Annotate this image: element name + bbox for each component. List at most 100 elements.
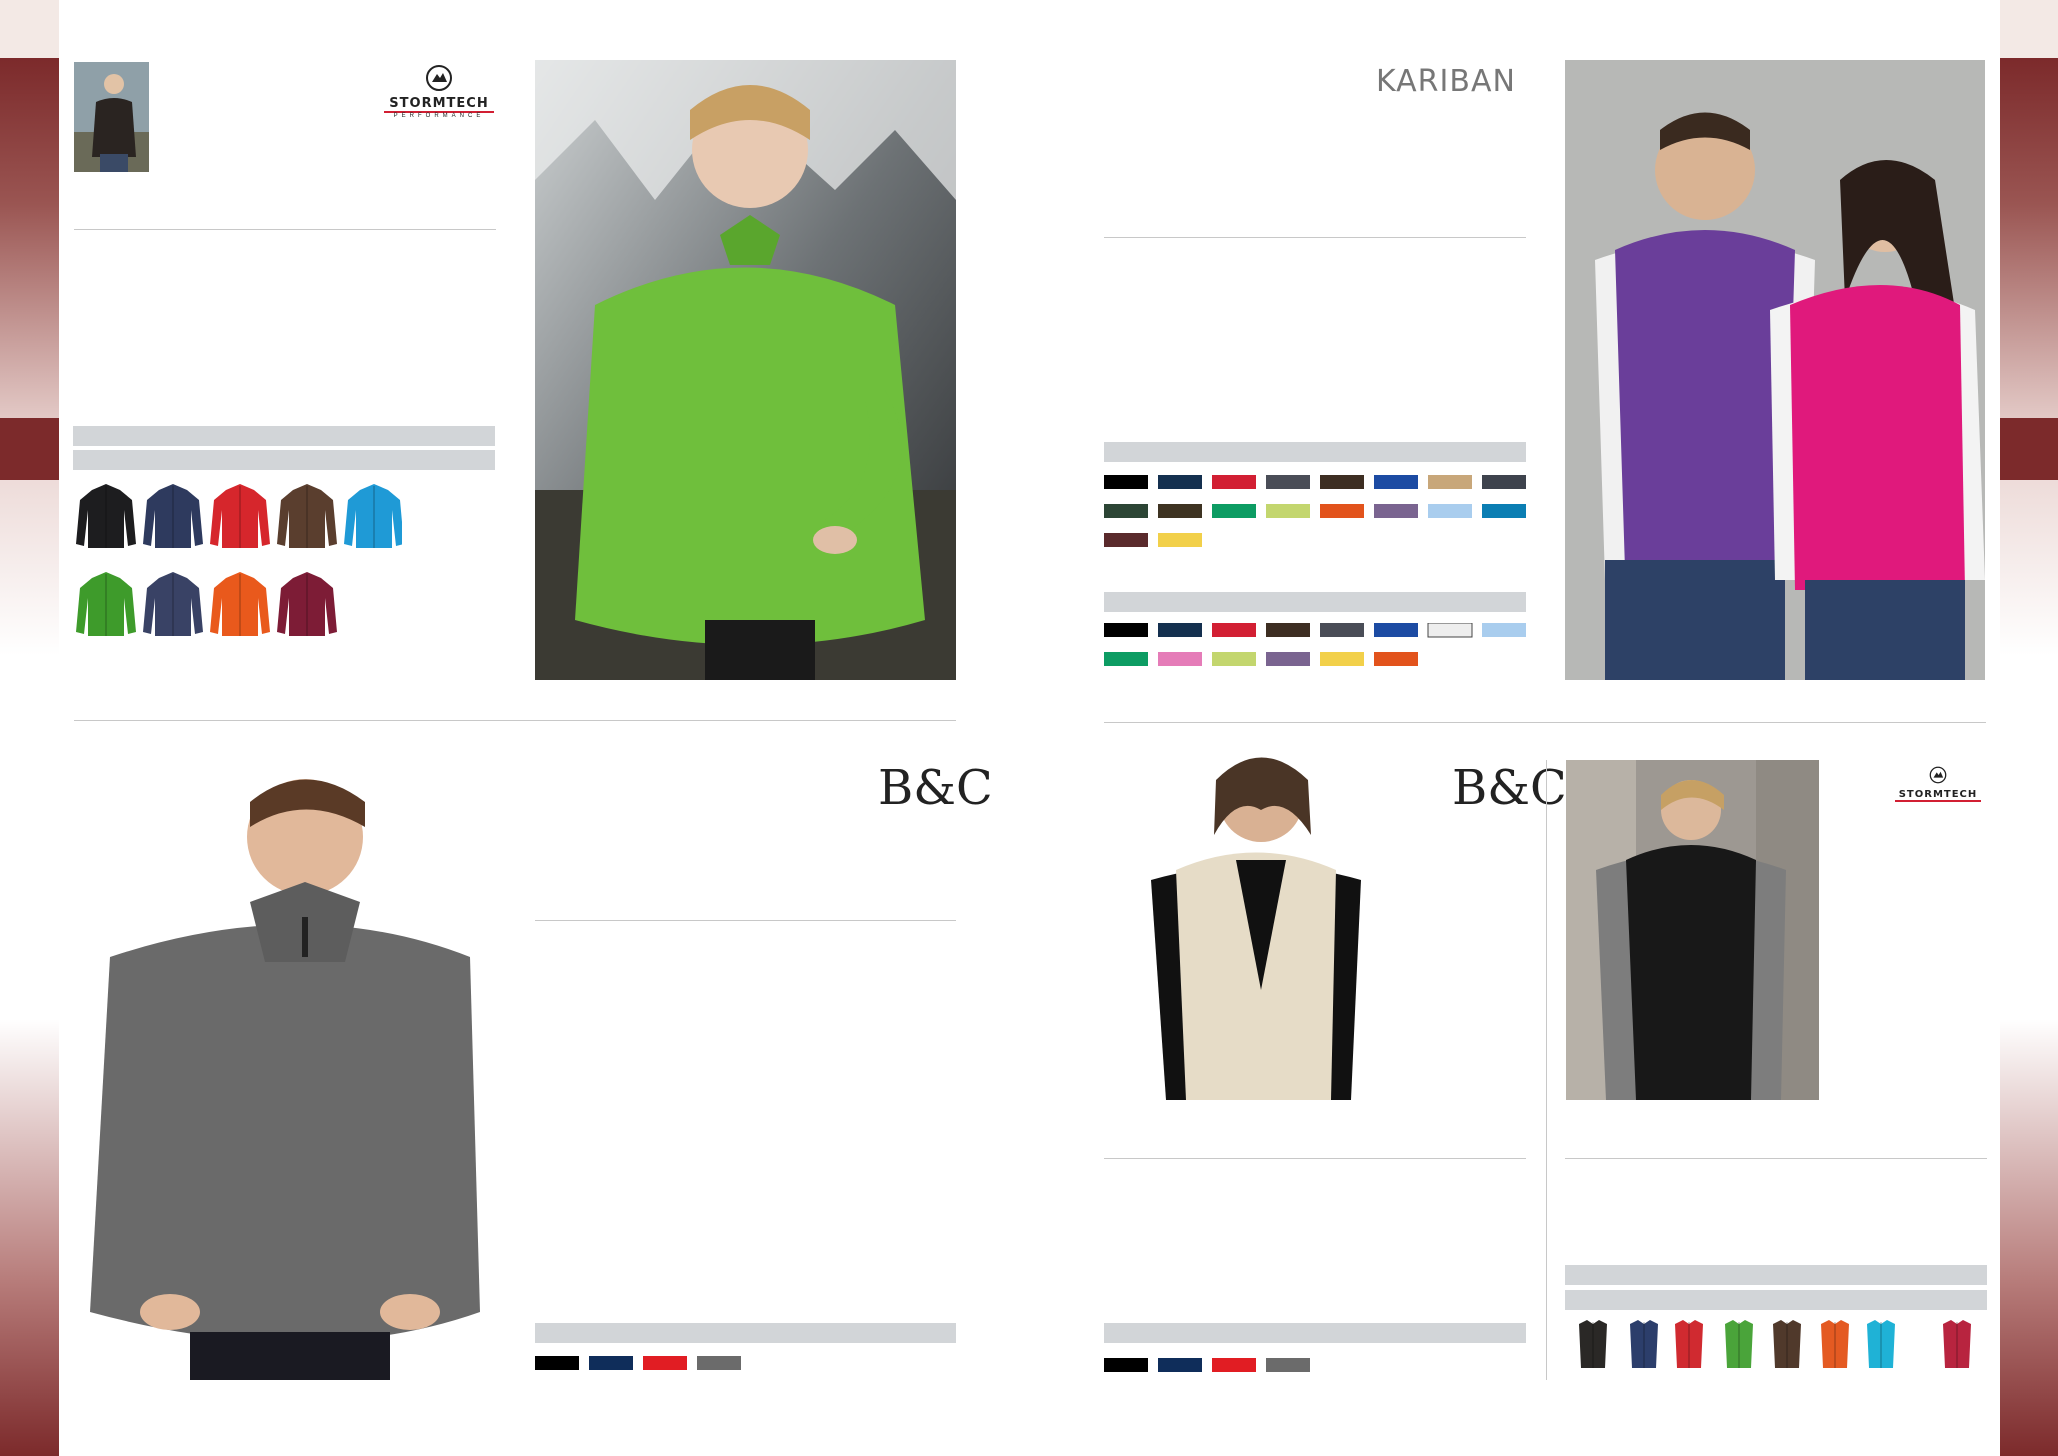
bc-vest-color-swatch — [1212, 1358, 1256, 1372]
kariban-women-color-swatch — [1482, 623, 1526, 637]
kariban-women-color-swatch — [1320, 623, 1364, 637]
stormtech-label-bar-2 — [73, 450, 495, 470]
vest-color-swatch — [1579, 1320, 1607, 1368]
jacket-color-swatch — [210, 484, 270, 548]
kariban-women-color-swatch — [1158, 652, 1202, 666]
kariban-men-color-swatch — [1482, 504, 1526, 518]
kariban-men-color-swatch — [1374, 504, 1418, 518]
stormtech-vest-label-bar-1 — [1565, 1265, 1987, 1285]
kariban-women-label-bar — [1104, 592, 1526, 612]
left-page-mid-divider — [74, 720, 956, 721]
vest-color-swatch — [1867, 1320, 1895, 1368]
stormtech-thumbnail-photo — [74, 62, 149, 172]
bc-logo-vest: B&C — [1452, 760, 1567, 816]
kariban-women-color-swatch — [1374, 623, 1418, 637]
stormtech-vest-divider — [1565, 1158, 1987, 1159]
kariban-divider — [1104, 237, 1526, 238]
bc-vest-color-swatch — [1266, 1358, 1310, 1372]
kariban-women-swatches — [1104, 622, 1528, 673]
kariban-logo: KARIBAN — [1376, 64, 1516, 99]
bc-pullover-divider — [535, 920, 956, 921]
kariban-women-color-swatch — [1104, 652, 1148, 666]
jacket-color-swatch — [277, 572, 337, 636]
kariban-men-label-bar — [1104, 442, 1526, 462]
bc-vest-color-swatch — [1158, 1358, 1202, 1372]
kariban-men-color-swatch — [1266, 475, 1310, 489]
vest-color-swatch — [1675, 1320, 1703, 1368]
kariban-men-color-swatch — [1158, 504, 1202, 518]
stormtech-subline: PERFORMANCE — [393, 113, 485, 119]
bc-vest-label-bar — [1104, 1323, 1526, 1343]
grey-pullover-photo — [80, 752, 480, 1380]
stormtech-wordmark-small: STORMTECH — [1895, 789, 1981, 802]
bc-pullover-color-swatch — [589, 1356, 633, 1370]
vest-color-swatch — [1821, 1320, 1849, 1368]
jacket-color-swatch — [344, 484, 404, 548]
vest-color-swatch — [1725, 1320, 1753, 1368]
kariban-men-color-swatch — [1374, 475, 1418, 489]
kariban-men-color-swatch — [1104, 475, 1148, 489]
bc-vest-divider — [1104, 1158, 1526, 1159]
kariban-men-color-swatch — [1158, 533, 1202, 547]
kariban-women-color-swatch — [1427, 622, 1473, 638]
left-page-edge — [0, 0, 59, 1456]
right-edge-tab — [2000, 418, 2058, 480]
jacket-color-swatch — [277, 484, 337, 548]
bc-logo-pullover: B&C — [878, 760, 993, 816]
kariban-men-color-swatch — [1428, 475, 1472, 489]
bc-pullover-color-swatch — [697, 1356, 741, 1370]
bc-pullover-color-swatch — [643, 1356, 687, 1370]
kariban-men-color-swatch — [1320, 504, 1364, 518]
jacket-color-swatch — [143, 484, 203, 548]
bc-pullover-swatches — [535, 1356, 755, 1372]
right-edge-top-tab — [2000, 0, 2058, 58]
right-page-mid-divider — [1104, 722, 1986, 723]
stormtech-emblem-icon-small — [1929, 766, 1947, 784]
vest-color-swatch — [1773, 1320, 1801, 1368]
kariban-women-color-swatch — [1266, 623, 1310, 637]
stormtech-pullover-divider — [74, 229, 496, 230]
bc-vest-color-swatch — [1104, 1358, 1148, 1372]
black-vest-photo — [1566, 760, 1819, 1100]
kariban-men-swatches — [1104, 475, 1528, 555]
left-edge-top-tab — [0, 0, 59, 58]
green-pullover-photo — [535, 60, 956, 680]
bottom-right-column-divider — [1546, 760, 1547, 1380]
stormtech-jacket-swatches — [72, 478, 404, 638]
kariban-women-color-swatch — [1212, 623, 1256, 637]
bc-vest-swatches — [1104, 1358, 1324, 1374]
kariban-women-color-swatch — [1158, 623, 1202, 637]
stormtech-logo: STORMTECH PERFORMANCE — [384, 64, 494, 120]
kariban-men-color-swatch — [1320, 475, 1364, 489]
bc-pullover-label-bar — [535, 1323, 956, 1343]
stormtech-label-bar-1 — [73, 426, 495, 446]
kariban-men-color-swatch — [1482, 475, 1526, 489]
kariban-men-color-swatch — [1212, 475, 1256, 489]
kariban-men-color-swatch — [1104, 504, 1148, 518]
stormtech-logo-small: STORMTECH — [1895, 766, 1981, 802]
bc-pullover-color-swatch — [535, 1356, 579, 1370]
vest-color-swatch — [1630, 1320, 1658, 1368]
stormtech-emblem-icon — [426, 65, 452, 91]
jacket-color-swatch — [76, 484, 136, 548]
kariban-couple-photo — [1565, 60, 1985, 680]
stormtech-wordmark: STORMTECH — [384, 97, 494, 113]
left-edge-tab — [0, 418, 59, 480]
cream-vest-photo — [1136, 740, 1376, 1100]
kariban-women-color-swatch — [1266, 652, 1310, 666]
jacket-color-swatch — [76, 572, 136, 636]
kariban-women-color-swatch — [1374, 652, 1418, 666]
stormtech-vest-swatches — [1565, 1316, 1985, 1372]
kariban-men-color-swatch — [1104, 533, 1148, 547]
kariban-men-color-swatch — [1428, 504, 1472, 518]
jacket-color-swatch — [210, 572, 270, 636]
kariban-men-color-swatch — [1158, 475, 1202, 489]
kariban-women-color-swatch — [1320, 652, 1364, 666]
vest-color-swatch — [1943, 1320, 1971, 1368]
jacket-color-swatch — [143, 572, 203, 636]
stormtech-vest-label-bar-2 — [1565, 1290, 1987, 1310]
right-page-edge — [2000, 0, 2058, 1456]
kariban-men-color-swatch — [1266, 504, 1310, 518]
kariban-women-color-swatch — [1104, 623, 1148, 637]
kariban-women-color-swatch — [1212, 652, 1256, 666]
